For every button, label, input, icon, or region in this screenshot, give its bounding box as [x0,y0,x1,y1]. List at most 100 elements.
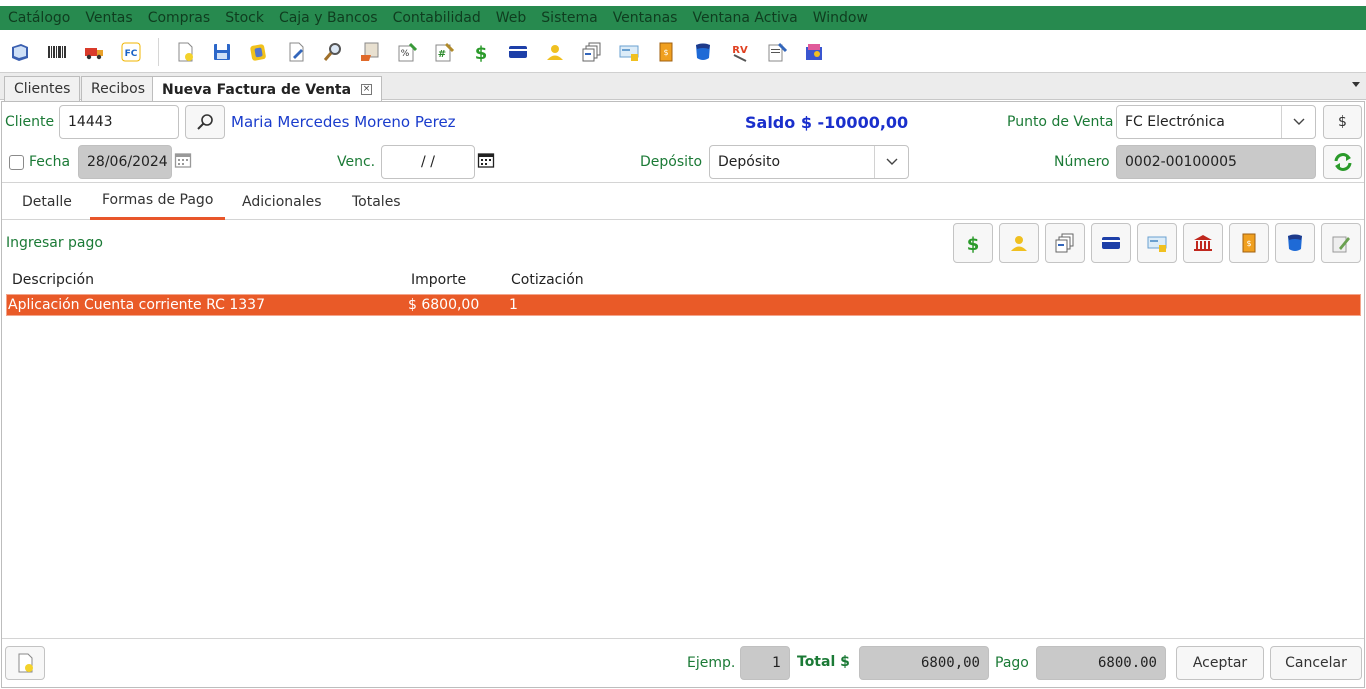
tab-nueva-factura[interactable]: Nueva Factura de Venta × [152,76,383,102]
svg-text:$: $ [475,43,488,63]
tab-clientes[interactable]: Clientes [4,76,81,101]
pago-banco-button[interactable] [1183,223,1223,263]
refresh-icon [1334,153,1351,171]
numero-value: 0002-00100005 [1125,154,1237,170]
calendar-icon[interactable] [477,151,495,173]
dollar-icon[interactable]: $ [469,40,493,64]
menu-catalogo[interactable]: Catálogo [2,10,76,26]
svg-text:$: $ [1246,239,1251,248]
calendar-icon[interactable] [174,151,192,173]
tab-adicionales[interactable]: Adicionales [230,183,334,220]
fecha-input[interactable]: 28/06/2024 [78,145,172,179]
svg-text:$: $ [967,234,980,254]
cancelar-button[interactable]: Cancelar [1270,646,1362,680]
ticket-icon: $ [1242,233,1256,253]
dollar-button-label: $ [1338,114,1347,130]
menu-ventas[interactable]: Ventas [79,10,138,26]
pago-otros-button[interactable] [1321,223,1361,263]
pago-ticket-button[interactable]: $ [1229,223,1269,263]
rv-icon[interactable]: RV [728,40,752,64]
cell-cotizacion: 1 [509,297,518,313]
edit-doc-icon[interactable] [284,40,308,64]
notes-icon[interactable] [765,40,789,64]
fecha-label: Fecha [29,154,71,170]
pago-transferencia-button[interactable] [1137,223,1177,263]
cliente-input[interactable]: 14443 [59,105,179,139]
dollar-button[interactable]: $ [1323,105,1362,139]
punto-venta-label: Punto de Venta [1007,114,1114,130]
ejemp-input[interactable]: 1 [740,646,790,680]
pago-retencion-button[interactable] [1275,223,1315,263]
column-header-descripcion[interactable]: Descripción [12,272,94,288]
save-icon[interactable] [210,40,234,64]
deposito-label: Depósito [640,154,703,170]
numero-input[interactable]: 0002-00100005 [1116,145,1316,179]
pago-cheques-button[interactable] [1045,223,1085,263]
deposito-value: Depósito [718,154,781,170]
menu-sistema[interactable]: Sistema [535,10,603,26]
pago-input: 6800.00 [1036,646,1166,680]
cancelar-label: Cancelar [1285,655,1347,671]
aceptar-button[interactable]: Aceptar [1176,646,1264,680]
pago-label: Pago [995,655,1029,671]
shield-icon[interactable] [691,40,715,64]
pago-cuenta-corriente-button[interactable] [999,223,1039,263]
tab-detalle[interactable]: Detalle [10,183,84,220]
magnifier-icon[interactable] [321,40,345,64]
deposito-select[interactable]: Depósito [709,145,909,179]
svg-text:%: % [401,49,410,59]
new-note-button[interactable] [5,646,45,680]
menu-caja-bancos[interactable]: Caja y Bancos [273,10,384,26]
search-icon [197,114,213,130]
menu-bar: Catálogo Ventas Compras Stock Caja y Ban… [0,0,1366,36]
pago-tarjeta-button[interactable] [1091,223,1131,263]
new-doc-icon[interactable] [173,40,197,64]
punto-venta-select[interactable]: FC Electrónica [1116,105,1316,139]
svg-text:FC: FC [125,49,138,59]
fc-icon[interactable]: FC [119,40,143,64]
menu-window[interactable]: Window [807,10,874,26]
receipt-icon[interactable] [358,40,382,64]
menu-web[interactable]: Web [490,10,533,26]
column-header-importe[interactable]: Importe [411,272,466,288]
truck-icon[interactable] [82,40,106,64]
ticket-icon[interactable]: $ [654,40,678,64]
refresh-button[interactable] [1323,145,1362,179]
close-icon[interactable]: × [361,84,373,95]
menu-compras[interactable]: Compras [142,10,217,26]
total-value: 6800,00 [920,655,980,671]
tab-label: Nueva Factura de Venta [162,81,352,98]
toolbar-separator [158,38,159,66]
menu-ventana-activa[interactable]: Ventana Activa [686,10,803,26]
percent-icon[interactable]: % [395,40,419,64]
tab-formas-de-pago[interactable]: Formas de Pago [90,183,226,220]
cheques-icon [1055,233,1074,253]
cheques-icon[interactable] [580,40,604,64]
punto-venta-value: FC Electrónica [1125,114,1225,130]
numero-label: Número [1054,154,1110,170]
yellow-doc-icon[interactable] [247,40,271,64]
book-icon[interactable] [8,40,32,64]
barcode-icon[interactable] [45,40,69,64]
hash-edit-icon[interactable]: # [432,40,456,64]
tabs-menu-arrow-icon[interactable] [1352,82,1360,87]
menu-stock[interactable]: Stock [219,10,270,26]
transfer-icon[interactable] [617,40,641,64]
venc-input[interactable]: / / [381,145,475,179]
search-cliente-button[interactable] [185,105,225,139]
tab-label: Formas de Pago [102,192,214,208]
menu-contabilidad[interactable]: Contabilidad [387,10,487,26]
tab-recibos[interactable]: Recibos [81,76,156,101]
menu-ventanas[interactable]: Ventanas [607,10,684,26]
table-row[interactable]: Aplicación Cuenta corriente RC 1337 $ 68… [6,294,1361,316]
pago-efectivo-button[interactable]: $ [953,223,993,263]
bank-icon [1194,235,1212,251]
column-header-cotizacion[interactable]: Cotización [511,272,584,288]
fecha-checkbox[interactable] [9,155,24,170]
fecha-value: 28/06/2024 [87,154,168,170]
box-icon[interactable] [802,40,826,64]
card-icon[interactable] [506,40,530,64]
tab-totales[interactable]: Totales [340,183,413,220]
person-icon[interactable] [543,40,567,64]
ejemp-value: 1 [772,655,781,671]
